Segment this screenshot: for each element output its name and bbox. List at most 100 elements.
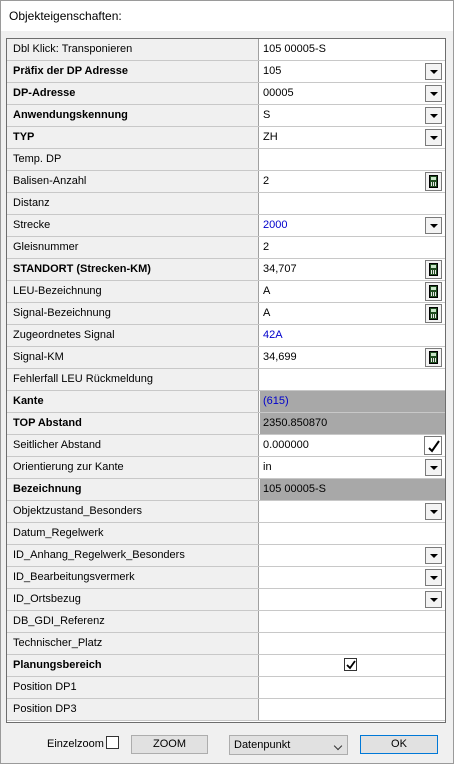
dropdown-arrow-icon[interactable] [425,591,442,608]
zoom-button[interactable]: ZOOM [131,735,208,754]
property-row: Distanz [7,193,445,215]
property-value-text: 00005 [263,87,294,99]
property-value[interactable] [260,655,445,676]
mode-select[interactable]: Datenpunkt [229,735,348,755]
property-label: Präfix der DP Adresse [7,61,259,82]
property-value[interactable] [260,699,445,720]
property-value-text: 2 [263,175,270,187]
property-row: Position DP3 [7,699,445,721]
property-label: Datum_Regelwerk [7,523,259,544]
title-bar: Objekteigenschaften: [1,1,453,31]
property-row: DB_GDI_Referenz [7,611,445,633]
property-value[interactable] [260,501,445,522]
property-row: DP-Adresse 00005 [7,83,445,105]
dropdown-arrow-icon[interactable] [425,459,442,476]
property-value: 105 00005-S [260,479,445,500]
property-value[interactable]: 2 [260,171,445,192]
calculator-icon[interactable] [425,172,442,191]
property-label: Signal-Bezeichnung [7,303,259,324]
property-row: Position DP1 [7,677,445,699]
property-label: Temp. DP [7,149,259,170]
dropdown-arrow-icon[interactable] [425,63,442,80]
property-value[interactable]: 0.000000 [260,435,445,456]
property-value-text: 2350.850870 [263,417,328,429]
property-value-text: in [263,461,272,473]
property-row: Fehlerfall LEU Rückmeldung [7,369,445,391]
property-label: TOP Abstand [7,413,259,434]
property-value-text: 34,707 [263,263,297,275]
calculator-icon[interactable] [425,282,442,301]
property-value[interactable]: in [260,457,445,478]
mode-select-value: Datenpunkt [234,739,291,751]
property-value[interactable]: 105 00005-S [260,39,445,60]
property-value[interactable]: A [260,303,445,324]
calculator-icon[interactable] [425,260,442,279]
property-value[interactable]: 2000 [260,215,445,236]
property-value[interactable] [260,149,445,170]
dropdown-arrow-icon[interactable] [425,107,442,124]
dropdown-arrow-icon[interactable] [425,547,442,564]
property-row: STANDORT (Strecken-KM) 34,707 [7,259,445,281]
dropdown-arrow-icon[interactable] [425,85,442,102]
property-label: STANDORT (Strecken-KM) [7,259,259,280]
property-row: Strecke 2000 [7,215,445,237]
property-value-text: 105 00005-S [263,43,326,55]
property-grid: Dbl Klick: Transponieren 105 00005-S Präfi… [6,38,446,723]
property-value[interactable] [260,369,445,390]
property-label: Kante [7,391,259,412]
property-value[interactable]: 105 [260,61,445,82]
property-row: Balisen-Anzahl 2 [7,171,445,193]
ok-button[interactable]: OK [360,735,438,754]
property-value[interactable]: 2 [260,237,445,258]
calculator-glyph [429,175,438,188]
property-value[interactable]: 42A [260,325,445,346]
property-value[interactable] [260,523,445,544]
confirm-check-icon[interactable] [424,436,442,455]
property-row: TOP Abstand 2350.850870 [7,413,445,435]
chevron-down-icon [333,741,343,751]
property-row: Kante (615) [7,391,445,413]
property-value-text: 2 [263,241,270,253]
planungsbereich-checkbox[interactable] [344,658,357,671]
property-value[interactable]: 00005 [260,83,445,104]
property-value: 2350.850870 [260,413,445,434]
einzelzoom-label: Einzelzoom [47,738,104,750]
property-value[interactable] [260,677,445,698]
property-row: Zugeordnetes Signal 42A [7,325,445,347]
dropdown-arrow-icon[interactable] [425,569,442,586]
calculator-icon[interactable] [425,304,442,323]
property-value[interactable] [260,633,445,654]
property-label: Objektzustand_Besonders [7,501,259,522]
property-value-text: A [263,307,271,319]
property-value[interactable]: 34,699 [260,347,445,368]
dropdown-arrow-icon[interactable] [425,217,442,234]
property-value[interactable]: S [260,105,445,126]
property-row: ID_Anhang_Regelwerk_Besonders [7,545,445,567]
property-label: ID_Ortsbezug [7,589,259,610]
property-value[interactable] [260,611,445,632]
dropdown-arrow-icon[interactable] [425,129,442,146]
property-row: Planungsbereich [7,655,445,677]
property-label: Distanz [7,193,259,214]
property-value-text: (615) [263,395,289,407]
property-value[interactable]: ZH [260,127,445,148]
property-value[interactable]: A [260,281,445,302]
calculator-glyph [429,351,438,364]
property-value[interactable] [260,545,445,566]
property-value[interactable] [260,567,445,588]
property-value: (615) [260,391,445,412]
property-value[interactable] [260,589,445,610]
property-row: ID_Bearbeitungsvermerk [7,567,445,589]
einzelzoom-checkbox[interactable] [106,736,119,749]
property-value-text: 105 [263,65,282,77]
property-row: Seitlicher Abstand 0.000000 [7,435,445,457]
calculator-icon[interactable] [425,348,442,367]
property-value[interactable] [260,193,445,214]
property-row: Objektzustand_Besonders [7,501,445,523]
property-label: DP-Adresse [7,83,259,104]
property-label: Position DP1 [7,677,259,698]
dropdown-arrow-icon[interactable] [425,503,442,520]
property-row: ID_Ortsbezug [7,589,445,611]
property-row: LEU-Bezeichnung A [7,281,445,303]
property-value[interactable]: 34,707 [260,259,445,280]
